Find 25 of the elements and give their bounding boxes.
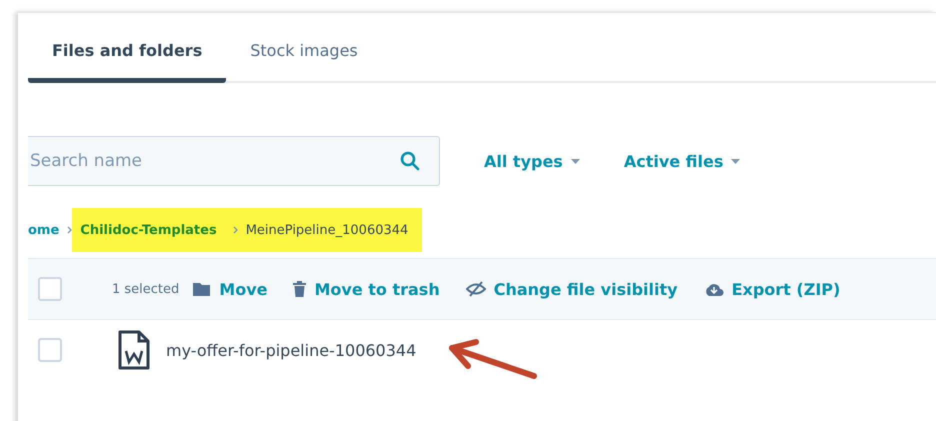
search-field[interactable]: Search name <box>28 136 440 186</box>
selection-count: 1 selected <box>112 282 180 296</box>
breadcrumb-link[interactable]: Chilidoc-Templates <box>80 222 217 238</box>
bulk-action-button[interactable]: Move to trash <box>293 280 440 298</box>
tab[interactable]: Stock images <box>226 33 382 83</box>
file-name[interactable]: my-offer-for-pipeline-10060344 <box>166 340 416 360</box>
current-folder: MeinePipeline_10060344 <box>246 222 408 238</box>
folder-icon <box>193 282 212 296</box>
search-icon[interactable] <box>400 151 420 171</box>
chevron-icon <box>232 226 238 234</box>
select-all-checkbox[interactable] <box>38 277 62 301</box>
cloud-download-icon <box>704 282 724 296</box>
filter-dropdown[interactable]: All types <box>484 152 580 170</box>
caret-icon <box>570 158 580 164</box>
bulk-action-button[interactable]: Change file visibility <box>466 280 678 298</box>
hidden-eye-icon <box>466 281 486 297</box>
caret-icon <box>731 158 740 164</box>
word-document-icon <box>118 330 150 370</box>
bulk-action-button[interactable]: Move <box>193 280 268 298</box>
trash-icon <box>293 281 306 297</box>
row-checkbox[interactable] <box>38 338 62 362</box>
breadcrumb-link[interactable]: ome <box>28 222 60 238</box>
tab[interactable]: Files and folders <box>28 33 226 83</box>
filter-dropdown[interactable]: Active files <box>624 152 740 170</box>
bulk-action-button[interactable]: Export (ZIP) <box>704 280 840 298</box>
